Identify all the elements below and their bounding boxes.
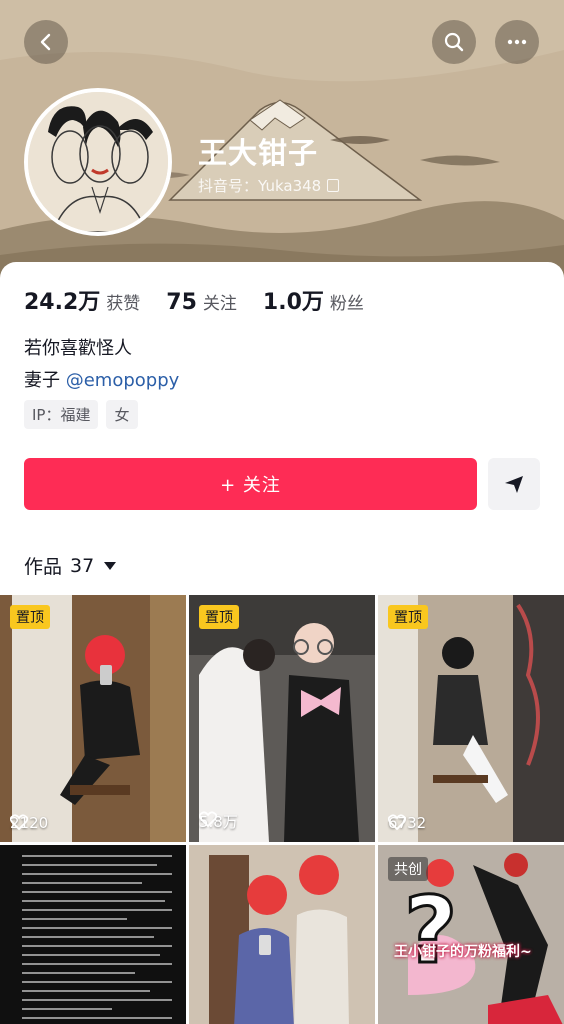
profile-nickname: 王大钳子	[198, 136, 319, 170]
gender-tag: 女	[106, 400, 138, 429]
stat-followers-label[interactable]: 粉丝	[330, 289, 364, 314]
bio-line-1: 若你喜歡怪人	[24, 338, 132, 359]
video-caption: 王小钳子的万粉福利~	[394, 944, 532, 960]
video-thumbnail[interactable]	[189, 845, 375, 1024]
search-button[interactable]	[432, 20, 476, 64]
ip-location-tag: IP：福建	[24, 400, 99, 429]
works-tab-label: 作品	[24, 556, 63, 578]
works-tab[interactable]: 作品 37	[24, 552, 117, 579]
like-count: 6732	[388, 814, 426, 832]
bio-spouse-label: 妻子	[24, 370, 66, 391]
text-document-preview	[22, 855, 172, 1024]
like-count: 2120	[10, 814, 48, 832]
video-thumbnail[interactable]: 置顶 6732	[378, 595, 564, 842]
heart-icon	[199, 811, 217, 827]
heart-icon	[388, 814, 406, 830]
pinned-badge: 置顶	[199, 605, 239, 629]
mention-link[interactable]: @emopoppy	[66, 370, 180, 391]
works-count: 37	[70, 554, 95, 577]
avatar-illustration	[28, 92, 168, 232]
video-thumbnail[interactable]: 置顶 5.8万	[189, 595, 375, 842]
pinned-badge: 置顶	[388, 605, 428, 629]
stat-following-label[interactable]: 关注	[203, 289, 237, 314]
video-grid: 置顶 2120 置顶 5.8万 置顶 6732 共创 ? 王小钳子的万粉福利~	[0, 595, 564, 1024]
profile-banner: 王大钳子 抖音号：Yuka348	[0, 0, 564, 300]
stat-likes-number: 24.2万	[24, 290, 101, 315]
profile-tags: IP：福建 女	[24, 400, 138, 429]
like-count: 5.8万	[199, 811, 238, 832]
video-thumbnail-image	[189, 595, 375, 842]
profile-stats: 24.2万 获赞 75 关注 1.0万 粉丝	[24, 284, 390, 316]
video-thumbnail-image	[378, 595, 564, 842]
question-mark-graphic: ?	[402, 877, 458, 984]
video-thumbnail[interactable]: 共创 ? 王小钳子的万粉福利~	[378, 845, 564, 1024]
heart-icon	[10, 814, 28, 830]
profile-page: 王大钳子 抖音号：Yuka348 24.2万 获赞 75 关注 1.0万 粉丝 …	[0, 0, 564, 1024]
follow-button[interactable]: + 关注	[24, 458, 477, 510]
back-button[interactable]	[24, 20, 68, 64]
more-button[interactable]	[495, 20, 539, 64]
send-message-button[interactable]	[488, 458, 540, 510]
search-icon	[444, 32, 464, 52]
more-icon	[507, 39, 527, 45]
avatar[interactable]	[24, 88, 172, 236]
profile-card: 24.2万 获赞 75 关注 1.0万 粉丝 若你喜歡怪人 妻子 @emopop…	[0, 262, 564, 1024]
copy-icon[interactable]	[327, 179, 340, 192]
bio-line-2: 妻子 @emopoppy	[24, 366, 179, 392]
video-thumbnail[interactable]	[0, 845, 186, 1024]
video-thumbnail[interactable]: 置顶 2120	[0, 595, 186, 842]
stat-likes-label: 获赞	[106, 294, 141, 314]
douyin-id[interactable]: 抖音号：Yuka348	[198, 175, 340, 196]
back-icon	[40, 33, 51, 51]
pinned-badge: 置顶	[10, 605, 50, 629]
chevron-down-icon	[104, 561, 117, 570]
stat-followers-number[interactable]: 1.0万	[263, 284, 324, 316]
douyin-id-text: 抖音号：Yuka348	[198, 177, 322, 195]
stat-following-number[interactable]: 75	[166, 290, 197, 315]
video-thumbnail-image	[0, 595, 186, 842]
send-icon	[505, 476, 523, 493]
video-thumbnail-image	[189, 845, 375, 1024]
